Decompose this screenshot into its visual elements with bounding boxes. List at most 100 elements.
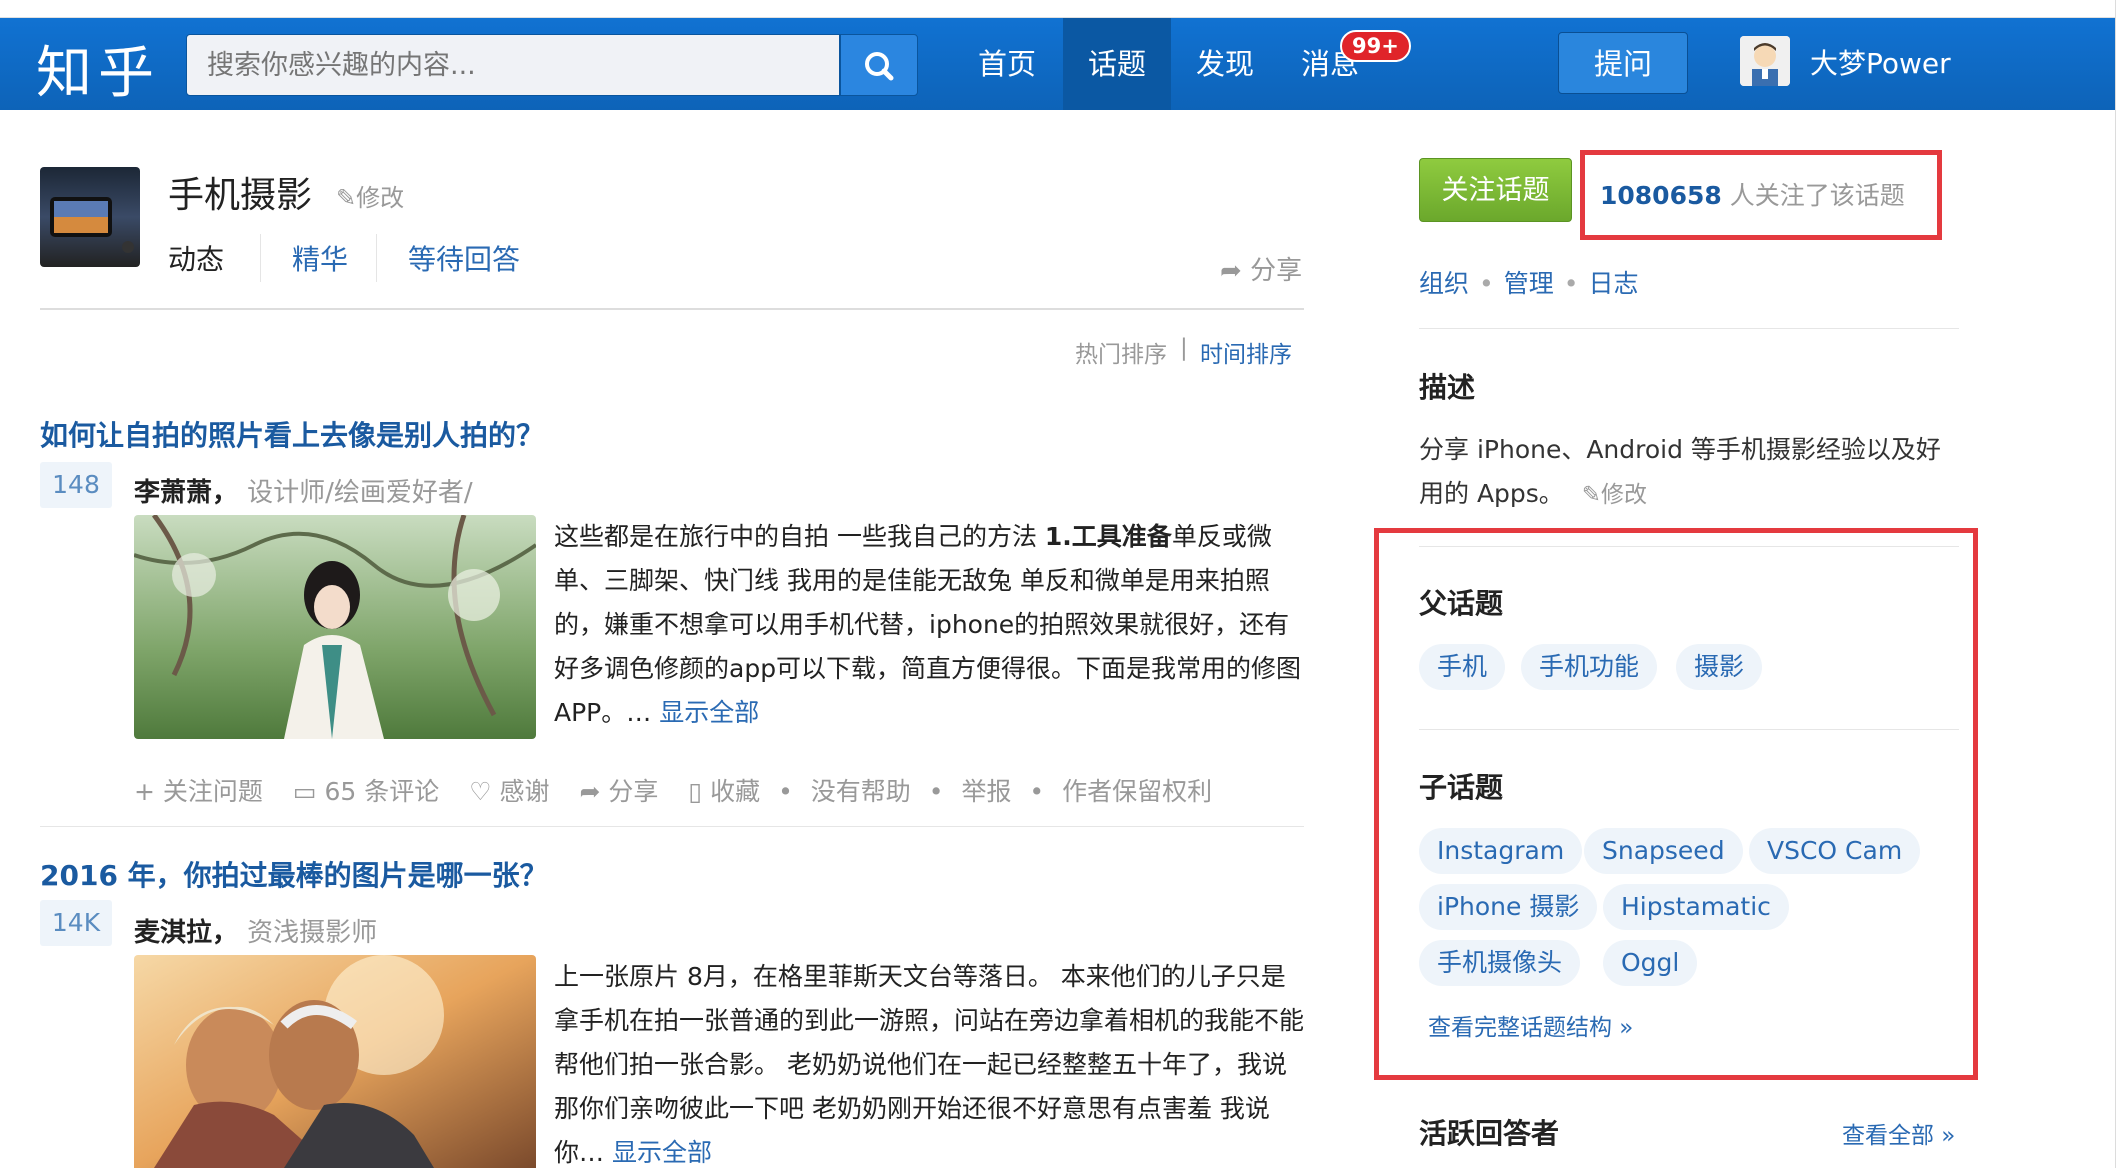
divider (1419, 729, 1959, 730)
meta-dot: • (928, 777, 944, 806)
heart-icon: ♡ (469, 777, 492, 806)
zhihu-logo[interactable]: 知乎 (36, 28, 160, 109)
search-box[interactable] (186, 34, 840, 96)
collect-button[interactable]: 收藏 (710, 777, 760, 806)
message-count-badge: 99+ (1340, 30, 1411, 62)
comment-icon: ▭ (292, 777, 317, 806)
child-topic-tag[interactable]: iPhone 摄影 (1419, 884, 1598, 930)
author-bio: 资浅摄影师 (247, 918, 378, 948)
tab-divider (260, 234, 261, 282)
excerpt-text: 上一张原片 8月，在格里菲斯天文台等落日。 本来他们的儿子只是拿手机在拍一张普通… (554, 962, 1305, 1167)
share-icon: ➦ (1220, 256, 1242, 286)
view-all-answerers-link[interactable]: 查看全部 » (1842, 1116, 1955, 1150)
nav-home[interactable]: 首页 (962, 18, 1052, 110)
pencil-icon: ✎ (1581, 482, 1602, 508)
org-link[interactable]: 组织 (1419, 269, 1469, 298)
question-title[interactable]: 如何让自拍的照片看上去像是别人拍的？ (40, 414, 544, 454)
tab-divider (376, 234, 377, 282)
top-nav-bar: 知乎 (0, 18, 2115, 110)
topic-description: 分享 iPhone、Android 等手机摄影经验以及好用的 Apps。 ✎修改 (1419, 428, 1959, 517)
child-topic-tag[interactable]: Oggl (1603, 940, 1698, 986)
log-link[interactable]: 日志 (1589, 269, 1639, 298)
edit-label: 修改 (356, 184, 405, 212)
not-helpful-button[interactable]: 没有帮助 (811, 777, 911, 806)
description-text: 分享 iPhone、Android 等手机摄影经验以及好用的 Apps。 (1419, 435, 1941, 508)
share-icon: ➦ (579, 777, 601, 806)
search-input[interactable] (187, 35, 839, 95)
sort-separator: | (1180, 335, 1188, 361)
divider (40, 308, 1304, 310)
comments-button[interactable]: 65 条评论 (324, 777, 439, 806)
nav-explore[interactable]: 发现 (1180, 18, 1270, 110)
question-title[interactable]: 2016 年，你拍过最棒的图片是哪一张？ (40, 854, 548, 894)
description-heading: 描述 (1419, 371, 1476, 404)
topic-admin-links: 组织 • 管理 • 日志 (1419, 264, 1639, 300)
active-answerers-heading: 活跃回答者 (1419, 1117, 1560, 1150)
view-topic-structure-link[interactable]: 查看完整话题结构 » (1428, 1008, 1633, 1042)
ask-button[interactable]: 提问 (1558, 32, 1688, 94)
author-name[interactable]: 麦淇拉， (134, 918, 238, 948)
excerpt-text-rest: 单反或微单、三脚架、快门线 我用的是佳能无敌兔 单反和微单是用来拍照的，嫌重不想… (554, 522, 1302, 727)
child-topic-tag[interactable]: Snapseed (1584, 828, 1743, 874)
parent-topic-tag[interactable]: 手机 (1419, 644, 1506, 690)
manage-link[interactable]: 管理 (1504, 269, 1554, 298)
share-answer-button[interactable]: 分享 (608, 777, 658, 806)
link-dot: • (1563, 269, 1579, 298)
excerpt-text-start: 这些都是在旅行中的自拍 一些我自己的方法 (554, 522, 1045, 551)
copyright-label: 作者保留权利 (1062, 777, 1213, 806)
author-line: 李萧萧， 设计师/绘画爱好者/ (134, 472, 473, 509)
annotation-highlight-box (1580, 150, 1942, 240)
answer-thumbnail[interactable] (134, 955, 536, 1168)
divider (40, 826, 1304, 827)
follow-topic-button[interactable]: 关注话题 (1419, 158, 1572, 222)
parent-topic-tag[interactable]: 摄影 (1676, 644, 1763, 690)
report-button[interactable]: 举报 (961, 777, 1011, 806)
vote-count[interactable]: 14K (40, 900, 112, 946)
child-topic-tag[interactable]: 手机摄像头 (1419, 940, 1581, 986)
browser-top-strip (0, 0, 2125, 18)
divider (1419, 328, 1959, 329)
topic-title: 手机摄影 (168, 175, 313, 216)
follow-question-button[interactable]: + 关注问题 (134, 777, 263, 806)
divider (1419, 546, 1959, 547)
link-dot: • (1479, 269, 1494, 298)
child-topic-tag[interactable]: Instagram (1419, 828, 1583, 874)
child-topic-tag[interactable]: VSCO Cam (1749, 828, 1921, 874)
scrollbar-track[interactable] (2115, 0, 2125, 1168)
sort-time[interactable]: 时间排序 (1200, 335, 1292, 369)
answer-actions: + 关注问题 ▭ 65 条评论 ♡ 感谢 ➦ 分享 ▯ 收藏 • 没有帮助 • … (134, 772, 1212, 808)
username[interactable]: 大梦Power (1810, 42, 1951, 82)
answer-thumbnail[interactable] (134, 515, 536, 739)
search-icon (865, 52, 894, 81)
search-button[interactable] (840, 34, 918, 96)
tab-essence[interactable]: 精华 (292, 238, 348, 278)
meta-dot: • (778, 777, 793, 806)
bookmark-icon: ▯ (688, 777, 703, 806)
topic-image (40, 167, 140, 267)
child-topic-tag[interactable]: Hipstamatic (1603, 884, 1789, 930)
child-topics-heading: 子话题 (1419, 771, 1504, 804)
parent-topic-tag[interactable]: 手机功能 (1521, 644, 1658, 690)
author-line: 麦淇拉， 资浅摄影师 (134, 912, 377, 949)
answer-excerpt: 这些都是在旅行中的自拍 一些我自己的方法 1.工具准备单反或微单、三脚架、快门线… (554, 515, 1306, 735)
edit-topic-link[interactable]: ✎修改 (336, 178, 404, 213)
share-topic-button[interactable]: ➦ 分享 (1220, 250, 1302, 287)
sort-hot[interactable]: 热门排序 (1075, 335, 1167, 369)
vote-count[interactable]: 148 (40, 462, 112, 508)
tab-waiting-answers[interactable]: 等待回答 (408, 238, 520, 278)
nav-topics[interactable]: 话题 (1063, 18, 1171, 110)
parent-topics-heading: 父话题 (1419, 587, 1504, 620)
tab-activity[interactable]: 动态 (168, 238, 224, 278)
edit-label: 修改 (1601, 482, 1648, 508)
thanks-button[interactable]: 感谢 (500, 777, 550, 806)
user-avatar[interactable] (1740, 36, 1790, 86)
author-bio: 设计师/绘画爱好者/ (247, 478, 473, 508)
share-label: 分享 (1250, 256, 1303, 286)
excerpt-bold-heading: 1.工具准备 (1044, 522, 1172, 551)
edit-description-link[interactable]: ✎修改 (1582, 482, 1647, 508)
answer-excerpt: 上一张原片 8月，在格里菲斯天文台等落日。 本来他们的儿子只是拿手机在拍一张普通… (554, 955, 1306, 1168)
author-name[interactable]: 李萧萧， (134, 478, 238, 508)
show-all-link[interactable]: 显示全部 (612, 1138, 712, 1167)
meta-dot: • (1029, 777, 1045, 806)
show-all-link[interactable]: 显示全部 (659, 698, 759, 727)
